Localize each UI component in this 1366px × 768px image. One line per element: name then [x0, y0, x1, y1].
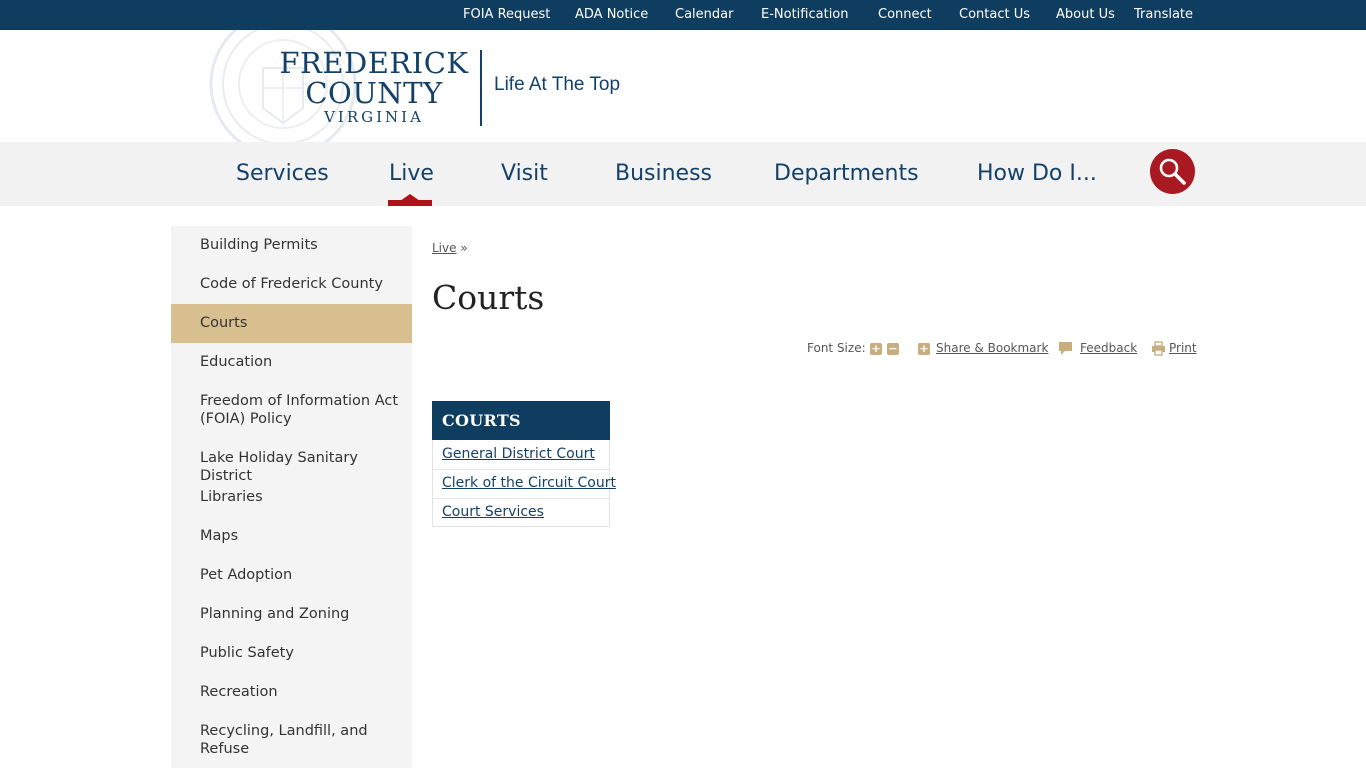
- logo-line-virginia: VIRGINIA: [324, 108, 424, 126]
- divider: [433, 498, 609, 499]
- divider: [433, 469, 609, 470]
- page-title: Courts: [432, 278, 545, 317]
- speech-bubble-icon: [1059, 342, 1072, 355]
- feedback-link[interactable]: Feedback: [1080, 341, 1137, 357]
- sidebar-item-education[interactable]: Education: [171, 353, 412, 371]
- nav-item-how-do-i[interactable]: How Do I...: [977, 142, 1097, 206]
- share-plus-icon: +: [918, 342, 930, 355]
- sidebar-item-recreation[interactable]: Recreation: [171, 683, 412, 701]
- utility-link-contact-us[interactable]: Contact Us: [959, 0, 1030, 30]
- sidebar-item-libraries[interactable]: Libraries: [171, 488, 412, 506]
- utility-link-connect[interactable]: Connect: [878, 0, 932, 30]
- site-header: FREDERICK COUNTY VIRGINIA Life At The To…: [0, 30, 1366, 142]
- sidebar-item-planning-and-zoning[interactable]: Planning and Zoning: [171, 605, 412, 623]
- font-size-label: Font Size:: [807, 341, 866, 355]
- utility-link-about-us[interactable]: About Us: [1056, 0, 1115, 30]
- site-logo[interactable]: FREDERICK COUNTY VIRGINIA: [276, 48, 472, 126]
- utility-link-e-notification[interactable]: E-Notification: [761, 0, 849, 30]
- utility-link-translate[interactable]: Translate: [1134, 0, 1193, 30]
- sidebar-item-courts[interactable]: Courts: [171, 304, 412, 343]
- nav-item-visit[interactable]: Visit: [501, 142, 548, 206]
- breadcrumb: Live »: [432, 241, 468, 255]
- link-general-district-court[interactable]: General District Court: [442, 446, 595, 462]
- logo-divider: [480, 50, 482, 126]
- minus-icon[interactable]: −: [887, 343, 899, 355]
- utility-link-ada-notice[interactable]: ADA Notice: [575, 0, 648, 30]
- search-icon: [1159, 158, 1186, 185]
- breadcrumb-link-live[interactable]: Live: [432, 241, 457, 255]
- nav-item-departments[interactable]: Departments: [774, 142, 919, 206]
- share-bookmark-link[interactable]: Share & Bookmark: [936, 341, 1048, 357]
- sidebar-item-maps[interactable]: Maps: [171, 527, 412, 545]
- site-tagline: Life At The Top: [494, 74, 621, 95]
- nav-item-services[interactable]: Services: [236, 142, 329, 206]
- main-nav: Services Live Visit Business Departments…: [0, 142, 1366, 206]
- printer-icon: [1152, 341, 1165, 356]
- sidebar-nav: Building Permits Code of Frederick Count…: [171, 226, 412, 768]
- link-clerk-of-the-circuit-court[interactable]: Clerk of the Circuit Court: [442, 475, 616, 491]
- courts-widget-title: COURTS: [432, 401, 610, 440]
- sidebar-item-public-safety[interactable]: Public Safety: [171, 644, 412, 662]
- nav-item-business[interactable]: Business: [615, 142, 712, 206]
- sidebar-item-code-of-frederick-county[interactable]: Code of Frederick County: [171, 275, 412, 293]
- logo-line-county: COUNTY: [305, 76, 443, 110]
- utility-bar: FOIA Request ADA Notice Calendar E-Notif…: [0, 0, 1366, 30]
- sidebar-item-building-permits[interactable]: Building Permits: [171, 236, 412, 254]
- link-court-services[interactable]: Court Services: [442, 504, 544, 520]
- sidebar-item-recycling-landfill-refuse[interactable]: Recycling, Landfill, and Refuse: [171, 722, 412, 758]
- print-link[interactable]: Print: [1169, 341, 1197, 357]
- nav-active-indicator: [388, 200, 432, 206]
- search-button[interactable]: [1150, 149, 1195, 194]
- plus-icon[interactable]: +: [870, 343, 882, 355]
- breadcrumb-separator: »: [460, 241, 468, 255]
- sidebar-item-foia-policy[interactable]: Freedom of Information Act (FOIA) Policy: [171, 392, 412, 428]
- sidebar-item-pet-adoption[interactable]: Pet Adoption: [171, 566, 412, 584]
- courts-widget: COURTS General District Court Clerk of t…: [432, 401, 616, 527]
- utility-link-calendar[interactable]: Calendar: [675, 0, 733, 30]
- sidebar-item-lake-holiday-sanitary-district[interactable]: Lake Holiday Sanitary District: [171, 449, 412, 485]
- logo-line-frederick: FREDERICK: [279, 46, 469, 80]
- utility-link-foia-request[interactable]: FOIA Request: [463, 0, 550, 30]
